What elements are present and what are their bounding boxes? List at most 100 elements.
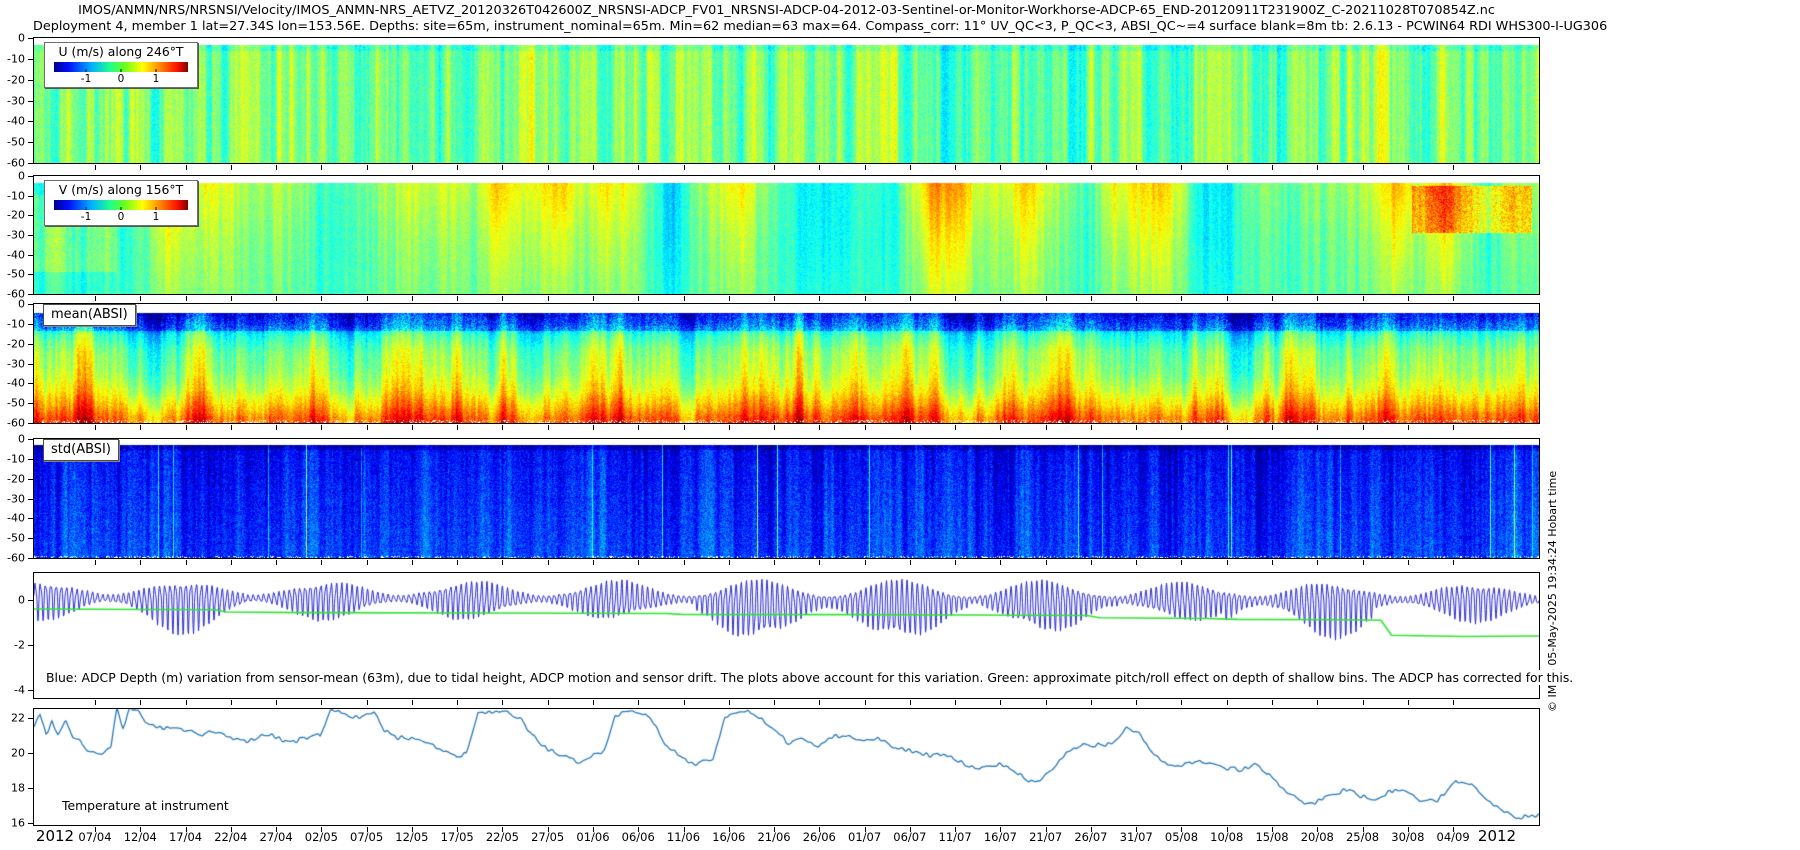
y-tick-label: 0	[18, 171, 25, 182]
x-tick-mark	[231, 296, 232, 301]
x-tick-mark	[186, 700, 187, 705]
x-tick-mark	[95, 165, 96, 170]
y-tick-label: -4	[14, 685, 25, 696]
x-tick-mark	[1363, 165, 1364, 170]
y-tick-label: -50	[7, 137, 25, 148]
x-tick-mark	[1453, 296, 1454, 301]
y-tick-label: -40	[7, 513, 25, 524]
x-tick-mark	[774, 296, 775, 301]
x-tick-mark	[321, 700, 322, 705]
x-tick-mark	[1408, 560, 1409, 565]
v-colorbar-tick-label: -1	[81, 211, 91, 223]
x-tick-mark	[1136, 560, 1137, 565]
x-tick-label: 31/07	[1110, 830, 1162, 844]
v-colorbar-tick-mark	[121, 207, 122, 210]
y-tick-label: -30	[7, 230, 25, 241]
figure-title-line2: Deployment 4, member 1 lat=27.34S lon=15…	[33, 19, 1540, 34]
x-tick-label: 16/06	[703, 830, 755, 844]
x-tick-mark	[1091, 700, 1092, 705]
x-tick-mark	[819, 165, 820, 170]
y-tick-mark	[28, 479, 33, 480]
y-tick-label: -10	[7, 53, 25, 64]
x-tick-label: 26/07	[1065, 830, 1117, 844]
y-tick-mark	[28, 255, 33, 256]
x-tick-mark	[367, 560, 368, 565]
x-tick-mark	[1091, 560, 1092, 565]
x-tick-mark	[729, 560, 730, 565]
mean-absi-label: mean(ABSI)	[43, 304, 136, 326]
y-tick-mark	[28, 403, 33, 404]
x-tick-mark	[774, 165, 775, 170]
x-tick-mark	[321, 165, 322, 170]
y-tick-mark	[28, 558, 33, 559]
x-tick-mark	[321, 296, 322, 301]
x-tick-mark	[774, 560, 775, 565]
x-tick-mark	[1272, 700, 1273, 705]
y-tick-label: -50	[7, 269, 25, 280]
x-tick-mark	[1317, 700, 1318, 705]
x-tick-mark	[1408, 425, 1409, 430]
x-tick-mark	[819, 425, 820, 430]
v-colorbar-legend: V (m/s) along 156°T -1 0 1	[44, 180, 198, 226]
u-legend-title: U (m/s) along 246°T	[45, 44, 197, 59]
y-tick-label: -2	[14, 640, 25, 651]
y-tick-label: -40	[7, 249, 25, 260]
v-colorbar-tick-mark	[155, 207, 156, 210]
y-tick-label: 22	[11, 713, 25, 724]
x-tick-mark	[548, 296, 549, 301]
x-tick-mark	[276, 560, 277, 565]
y-tick-mark	[28, 823, 33, 824]
std-absi-label: std(ABSI)	[43, 439, 119, 461]
x-tick-label: 25/08	[1337, 830, 1389, 844]
x-tick-label: 27/05	[522, 830, 574, 844]
panel-std-absi: std(ABSI) 0-10-20-30-40-50-60	[33, 438, 1540, 559]
x-tick-mark	[729, 425, 730, 430]
panel-temperature: Temperature at instrument 22201816	[33, 708, 1540, 826]
x-tick-label: 12/04	[114, 830, 166, 844]
x-tick-mark	[457, 296, 458, 301]
x-tick-mark	[1091, 425, 1092, 430]
x-tick-mark	[186, 560, 187, 565]
x-tick-mark	[548, 560, 549, 565]
u-colorbar-tick-label: -1	[81, 73, 91, 85]
x-tick-mark	[231, 425, 232, 430]
x-tick-mark	[819, 296, 820, 301]
x-tick-mark	[186, 165, 187, 170]
x-tick-mark	[1181, 700, 1182, 705]
x-tick-label: 12/05	[386, 830, 438, 844]
x-tick-mark	[910, 165, 911, 170]
x-tick-mark	[1091, 296, 1092, 301]
x-tick-mark	[593, 296, 594, 301]
y-tick-label: -40	[7, 116, 25, 127]
y-tick-mark	[28, 176, 33, 177]
x-tick-mark	[684, 700, 685, 705]
x-tick-mark	[593, 560, 594, 565]
y-tick-mark	[28, 121, 33, 122]
x-tick-mark	[231, 165, 232, 170]
x-tick-mark	[1000, 296, 1001, 301]
x-tick-mark	[276, 165, 277, 170]
x-tick-mark	[1181, 560, 1182, 565]
x-tick-mark	[1453, 165, 1454, 170]
x-tick-mark	[276, 700, 277, 705]
v-velocity-heatmap-canvas	[34, 176, 1539, 294]
x-tick-mark	[457, 165, 458, 170]
x-tick-mark	[1363, 296, 1364, 301]
y-tick-label: 0	[18, 299, 25, 310]
x-tick-mark	[548, 700, 549, 705]
panel-mean-absi: mean(ABSI) 0-10-20-30-40-50-60	[33, 303, 1540, 424]
x-tick-mark	[1317, 165, 1318, 170]
figure-title-line1: IMOS/ANMN/NRS/NRSNSI/Velocity/IMOS_ANMN-…	[33, 3, 1540, 18]
y-tick-label: 0	[18, 33, 25, 44]
x-tick-mark	[865, 700, 866, 705]
y-tick-mark	[28, 274, 33, 275]
y-tick-label: -20	[7, 74, 25, 85]
x-tick-mark	[186, 296, 187, 301]
x-tick-mark	[955, 296, 956, 301]
x-tick-mark	[1000, 700, 1001, 705]
x-tick-label: 02/05	[295, 830, 347, 844]
y-tick-label: -60	[7, 158, 25, 169]
y-tick-label: -20	[7, 338, 25, 349]
x-tick-mark	[457, 700, 458, 705]
x-tick-mark	[955, 425, 956, 430]
